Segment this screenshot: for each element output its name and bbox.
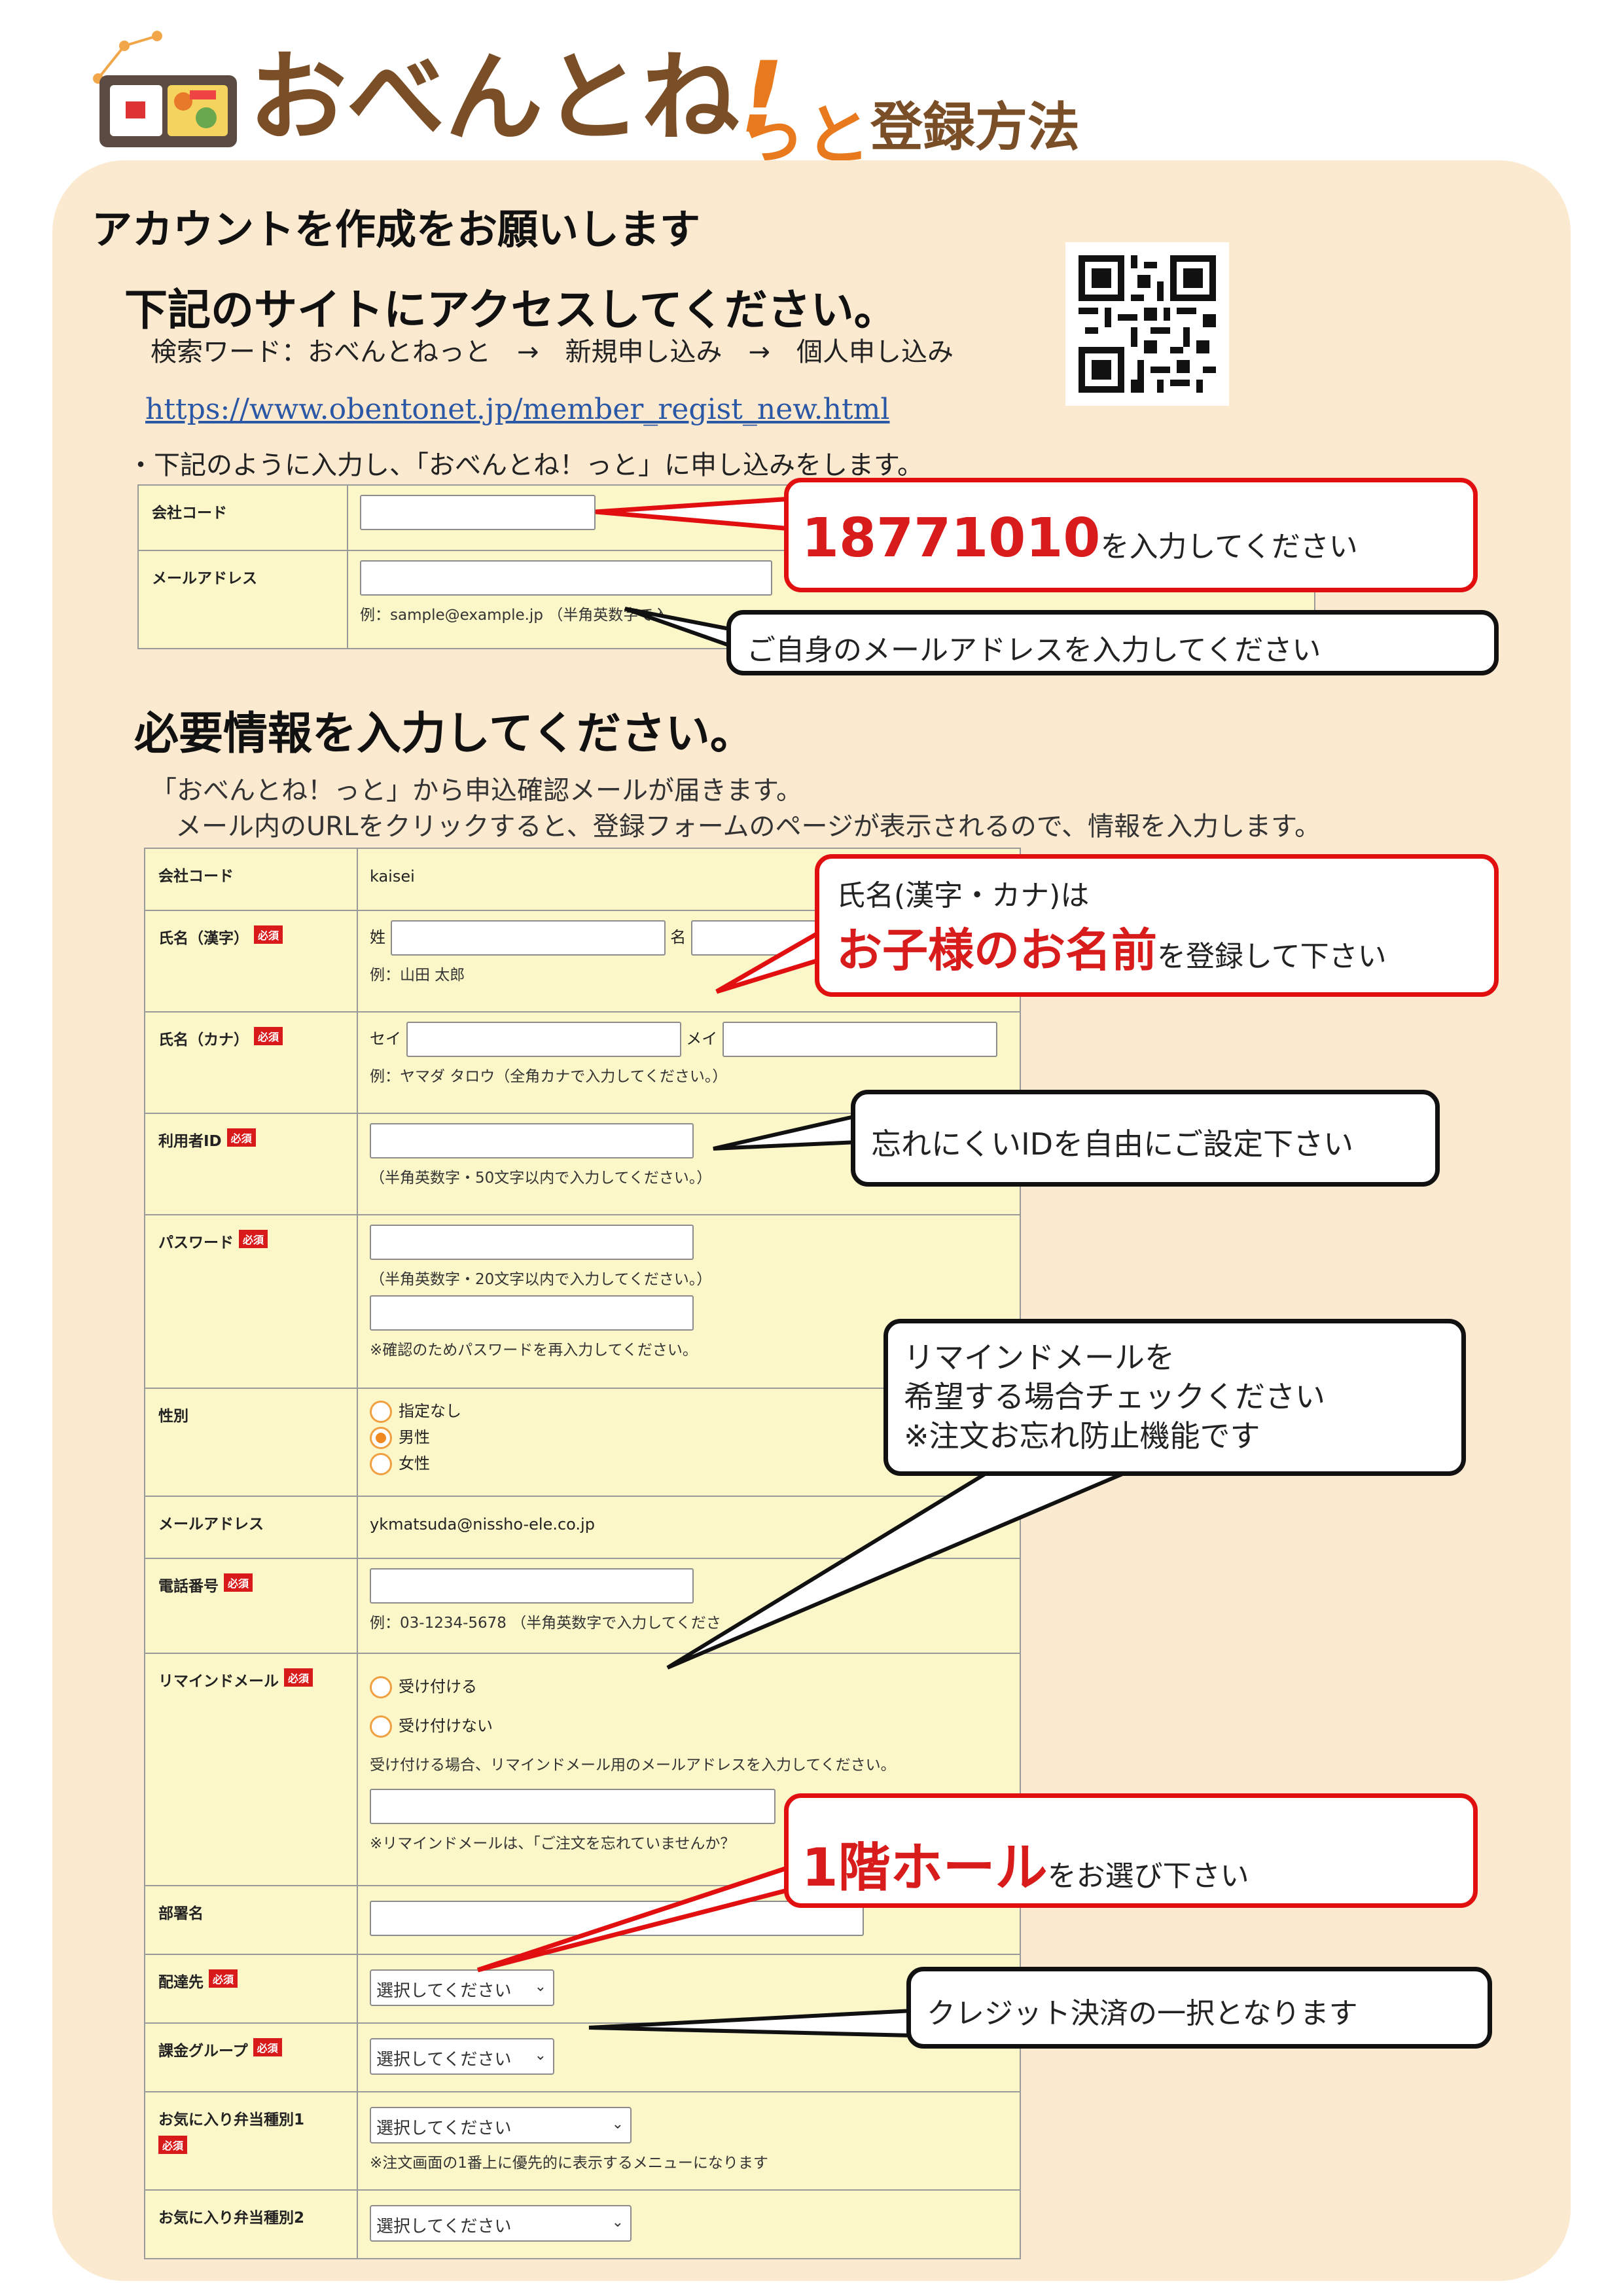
radio-icon[interactable]	[370, 1453, 392, 1475]
sei-kana-input[interactable]	[406, 1022, 681, 1057]
email-value: ykmatsuda@nissho-ele.co.jp	[357, 1496, 1021, 1559]
form-label-email: メールアドレス	[144, 1496, 358, 1559]
bento-box-icon	[93, 31, 237, 147]
required-badge: 必須	[158, 2136, 188, 2154]
required-badge: 必須	[254, 925, 283, 944]
chevron-down-icon: ⌄	[534, 2047, 546, 2064]
callout-email: ご自身のメールアドレスを入力してください	[726, 610, 1499, 675]
mei-label: 名	[670, 928, 687, 946]
qr-code-icon	[1079, 255, 1216, 393]
logo-main-text: おべんとね!	[249, 41, 785, 155]
phone-input[interactable]	[370, 1568, 694, 1604]
chevron-down-icon: ⌄	[611, 2116, 624, 2132]
section2-heading: 必要情報を入力してください。	[134, 708, 755, 760]
callout-company-code: 18771010を入力してください	[784, 478, 1478, 592]
form-label-userid: 利用者ID 必須	[144, 1113, 358, 1215]
sei-kana-label: セイ	[370, 1030, 401, 1048]
section1-heading: アカウントを作成をお願いします	[92, 206, 701, 253]
section2-line1: 「おべんとね！っと」から申込確認メールが届きます。	[151, 776, 802, 806]
remind-option-accept[interactable]: 受け付ける	[370, 1674, 1008, 1698]
form-label-company-code: 会社コード	[144, 848, 358, 911]
phone-hint: 例：03-1234-5678 （半角英数字で入力してくださ	[370, 1615, 721, 1632]
callout-name: 氏名(漢字・カナ)は お子様のお名前を登録して下さい	[815, 854, 1499, 997]
required-badge: 必須	[224, 1573, 253, 1592]
form-label-remind: リマインドメール 必須	[144, 1653, 358, 1886]
remind-option-decline[interactable]: 受け付けない	[370, 1713, 1008, 1738]
form-label-fav2: お気に入り弁当種別2	[144, 2189, 358, 2259]
callout-remind: リマインドメールを 希望する場合チェックください ※注文お忘れ防止機能です	[883, 1319, 1466, 1476]
instruction-text: ・下記のように入力し、「おべんとね！っと」に申し込みをします。	[128, 450, 923, 480]
radio-selected-icon[interactable]	[370, 1427, 392, 1449]
fav2-select[interactable]: 選択してください ⌄	[370, 2205, 632, 2242]
form-label-delivery: 配達先 必須	[144, 1954, 358, 2024]
delivery-select[interactable]: 選択してください ⌄	[370, 1969, 554, 2006]
mei-kana-input[interactable]	[722, 1022, 997, 1057]
required-badge: 必須	[239, 1230, 268, 1248]
mei-kana-label: メイ	[686, 1030, 718, 1048]
callout-billing: クレジット決済の一択となります	[906, 1967, 1492, 2049]
logo: おべんとね! っと 登録方法	[85, 20, 1132, 173]
remind-email-input[interactable]	[370, 1789, 776, 1824]
form-label-password: パスワード 必須	[144, 1214, 358, 1389]
company-code-label: 会社コード	[137, 484, 348, 551]
password-confirm-input[interactable]	[370, 1295, 694, 1331]
chevron-down-icon: ⌄	[534, 1979, 546, 1995]
section2-line2: メール内のURLをクリックすると、登録フォームのページが表示されるので、情報を入…	[175, 812, 1321, 842]
required-badge: 必須	[284, 1668, 313, 1687]
search-path: 検索ワード：おべんとねっと → 新規申し込み → 個人申し込み	[151, 337, 954, 367]
remind-hint: 受け付ける場合、リマインドメール用のメールアドレスを入力してください。	[370, 1757, 896, 1774]
registration-form: 会社コード kaisei 氏名（漢字） 必須 姓 名 例：山田 太郎 氏名（カナ）…	[144, 848, 1021, 2259]
radio-icon[interactable]	[370, 1715, 392, 1738]
company-code-input[interactable]	[360, 495, 596, 530]
registration-url[interactable]: https://www.obentonet.jp/member_regist_n…	[145, 393, 889, 426]
email-input[interactable]	[360, 560, 772, 596]
billing-select[interactable]: 選択してください ⌄	[370, 2038, 554, 2075]
form-label-name-kanji: 氏名（漢字） 必須	[144, 910, 358, 1013]
password-input[interactable]	[370, 1225, 694, 1260]
userid-input[interactable]	[370, 1123, 694, 1158]
sei-input[interactable]	[390, 920, 666, 956]
section1-subheading: 下記のサイトにアクセスしてください。	[124, 285, 897, 335]
callout-userid: 忘れにくいIDを自由にご設定下さい	[851, 1090, 1440, 1187]
form-label-phone: 電話番号 必須	[144, 1558, 358, 1654]
form-label-billing: 課金グループ 必須	[144, 2022, 358, 2092]
form-label-fav1: お気に入り弁当種別1 必須	[144, 2091, 358, 2191]
form-label-dept: 部署名	[144, 1885, 358, 1955]
required-badge: 必須	[254, 1027, 283, 1045]
qr-code[interactable]	[1065, 242, 1229, 406]
name-kana-hint: 例：ヤマダ タロウ（全角カナで入力してください。）	[370, 1068, 728, 1085]
chevron-down-icon: ⌄	[611, 2214, 624, 2231]
email-label: メールアドレス	[137, 550, 348, 649]
radio-icon[interactable]	[370, 1401, 392, 1423]
radio-icon[interactable]	[370, 1676, 392, 1698]
required-badge: 必須	[209, 1969, 238, 1988]
required-badge: 必須	[253, 2038, 282, 2056]
fav1-note: ※注文画面の1番上に優先的に表示するメニューになります	[370, 2155, 768, 2172]
fav1-select[interactable]: 選択してください ⌄	[370, 2107, 632, 2144]
dept-input[interactable]	[370, 1901, 864, 1936]
password-hint: （半角英数字・20文字以内で入力してください。）	[370, 1271, 712, 1288]
required-badge: 必須	[226, 1128, 256, 1147]
form-label-name-kana: 氏名（カナ） 必須	[144, 1011, 358, 1114]
logo-subtitle: 登録方法	[870, 97, 1080, 158]
sei-label: 姓	[370, 928, 385, 946]
callout-delivery: 1階ホールをお選び下さい	[784, 1793, 1478, 1908]
form-label-gender: 性別	[144, 1388, 358, 1497]
